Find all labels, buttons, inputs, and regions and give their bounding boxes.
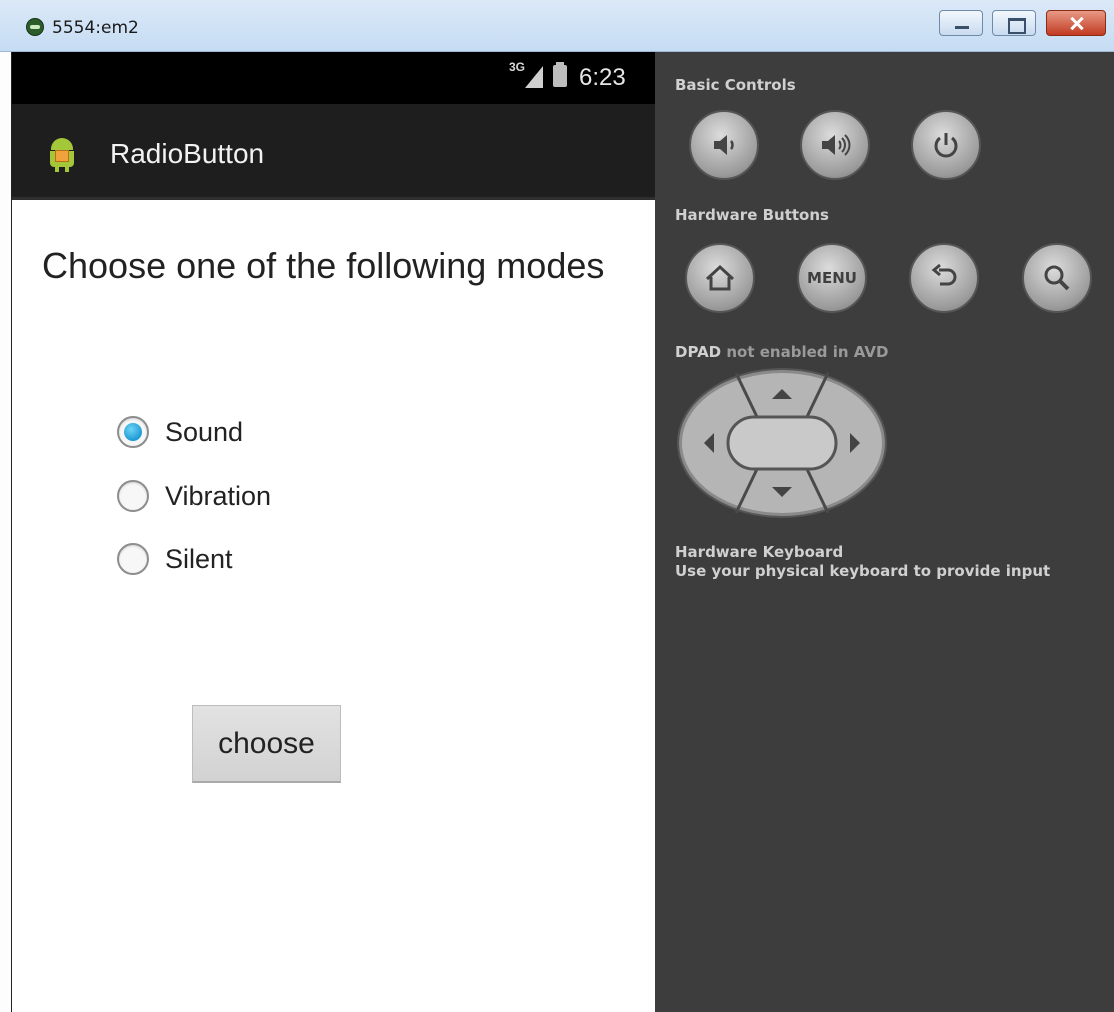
radio-checked-icon[interactable] <box>117 416 149 448</box>
search-icon <box>1044 265 1070 291</box>
back-icon <box>931 263 957 286</box>
page-heading: Choose one of the following modes <box>42 245 605 286</box>
radio-option-vibration[interactable]: Vibration <box>117 476 271 516</box>
window-titlebar: 5554:em2 <box>0 0 1114 52</box>
hardware-buttons-label: Hardware Buttons <box>675 206 829 224</box>
volume-down-icon <box>714 135 734 155</box>
search-button[interactable] <box>1022 243 1092 313</box>
network-type: 3G <box>509 60 526 74</box>
hardware-keyboard-label: Hardware Keyboard <box>675 543 844 561</box>
battery-icon <box>553 62 567 87</box>
home-icon <box>705 264 735 291</box>
power-button[interactable] <box>911 110 981 180</box>
home-button[interactable] <box>685 243 755 313</box>
dpad-status: not enabled in AVD <box>726 343 889 361</box>
menu-button[interactable]: MENU <box>797 243 867 313</box>
radio-label: Vibration <box>165 480 272 511</box>
radio-label: Sound <box>165 416 244 447</box>
window-border <box>0 52 12 1012</box>
close-button[interactable] <box>1046 10 1106 36</box>
window-title: 5554:em2 <box>52 18 139 38</box>
choose-button[interactable]: choose <box>192 705 341 783</box>
phone-screen: 3G 6:23 RadioButton Choose one of the fo… <box>12 52 655 1012</box>
emulator-controls-panel: Basic Controls Hardware Buttons MENU DPA… <box>655 52 1114 1012</box>
volume-down-button[interactable] <box>689 110 759 180</box>
radio-unchecked-icon[interactable] <box>117 543 149 575</box>
hardware-keyboard-description: Use your physical keyboard to provide in… <box>675 562 1051 580</box>
signal-icon <box>525 66 543 88</box>
radio-option-sound[interactable]: Sound <box>117 412 243 452</box>
volume-up-icon <box>822 134 851 156</box>
radio-label: Silent <box>165 543 233 574</box>
power-icon <box>934 133 958 158</box>
radio-option-silent[interactable]: Silent <box>117 539 233 579</box>
android-app-icon <box>45 138 79 172</box>
dpad-control[interactable] <box>676 367 888 519</box>
volume-up-button[interactable] <box>800 110 870 180</box>
dpad-title: DPAD <box>675 343 722 361</box>
back-button[interactable] <box>909 243 979 313</box>
basic-controls-label: Basic Controls <box>675 76 796 94</box>
action-bar: RadioButton <box>12 104 655 200</box>
maximize-button[interactable] <box>992 10 1036 36</box>
menu-label: MENU <box>807 269 857 287</box>
app-title: RadioButton <box>110 138 265 169</box>
radio-unchecked-icon[interactable] <box>117 480 149 512</box>
status-bar: 3G 6:23 <box>12 52 655 104</box>
dpad-label: DPAD not enabled in AVD <box>675 343 888 361</box>
minimize-button[interactable] <box>939 10 983 36</box>
emulator-icon <box>26 18 44 36</box>
status-clock: 6:23 <box>579 64 626 91</box>
